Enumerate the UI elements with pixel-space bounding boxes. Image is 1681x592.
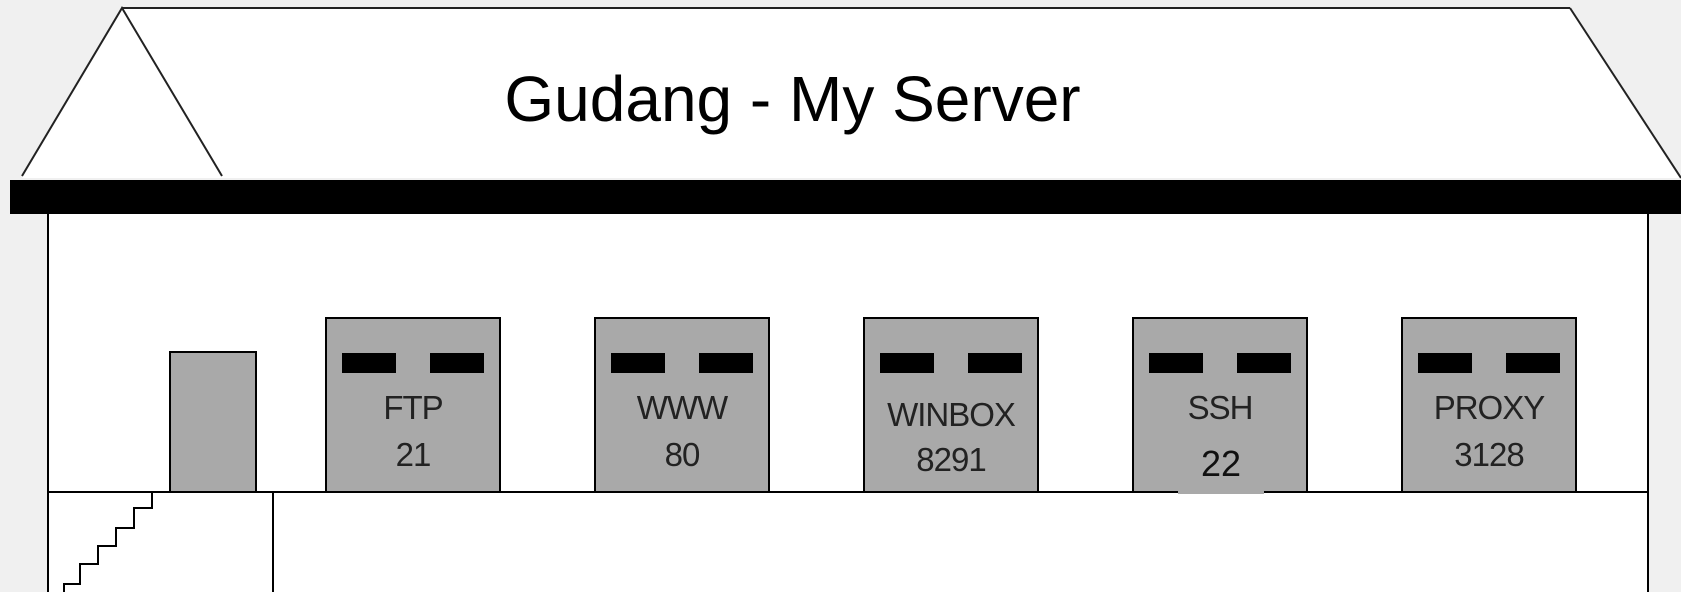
door-ftp-port: 21 (395, 436, 432, 473)
door-ftp-window-2 (430, 353, 484, 373)
door-ssh-port: 22 (1178, 434, 1264, 494)
door-ftp-window-1 (342, 353, 396, 373)
warehouse-diagram: Gudang - My Server FTP 21 WWW 80 WINBOX 8291 S… (0, 0, 1681, 592)
door-proxy-port: 3128 (1454, 436, 1524, 473)
door-proxy-window-2 (1506, 353, 1560, 373)
door-winbox-window-2 (968, 353, 1022, 373)
door-www-port: 80 (664, 436, 701, 473)
door-ssh-label: SSH (1187, 389, 1254, 426)
door-www-label: WWW (636, 389, 728, 426)
door-winbox-port: 8291 (916, 441, 986, 478)
door-ssh-window-2 (1237, 353, 1291, 373)
door-www-window-1 (611, 353, 665, 373)
page-title: Gudang - My Server (504, 63, 1081, 135)
roof-eave-band (10, 180, 1681, 214)
door-www-window-2 (699, 353, 753, 373)
door-winbox-window-1 (880, 353, 934, 373)
door-proxy-label: PROXY (1433, 389, 1546, 426)
door-ssh-window-1 (1149, 353, 1203, 373)
door-ftp-label: FTP (383, 389, 443, 426)
entry-door (169, 351, 257, 493)
door-proxy-window-1 (1418, 353, 1472, 373)
door-winbox-label: WINBOX (887, 396, 1016, 433)
